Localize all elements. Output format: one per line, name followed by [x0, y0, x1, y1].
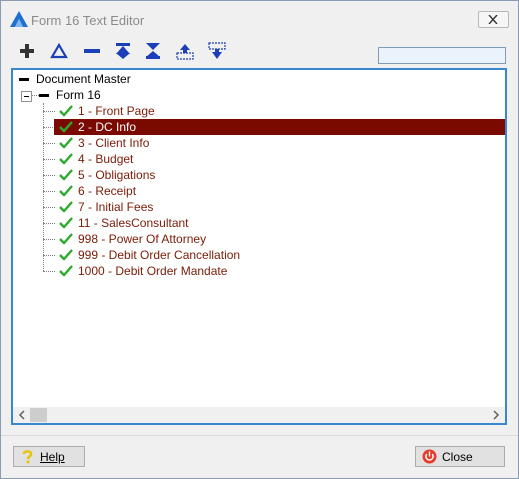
tree-panel: Document Master Form 16 1 - Front Page 2 …: [11, 68, 507, 425]
move-bottom-icon: [146, 43, 160, 59]
move-up-icon: [176, 44, 194, 60]
edit-button[interactable]: [48, 41, 70, 61]
window: Form 16 Text Editor Document Master Form…: [0, 0, 519, 479]
tree-root[interactable]: Document Master: [19, 71, 131, 87]
move-top-button[interactable]: [112, 41, 134, 61]
help-label: Help: [40, 450, 65, 464]
toolbar: [1, 37, 518, 65]
tree-form-label: Form 16: [56, 88, 101, 102]
help-button[interactable]: Help: [13, 446, 85, 467]
tree-item[interactable]: 998 - Power Of Attorney: [57, 231, 206, 247]
tree-connector: [43, 159, 55, 160]
add-icon: [20, 44, 34, 58]
tree-item-label: 4 - Budget: [78, 152, 134, 166]
tree-form-node[interactable]: Form 16: [39, 87, 101, 103]
move-top-icon: [116, 43, 130, 59]
tree-item-label: 3 - Client Info: [78, 136, 150, 150]
document-tree: Document Master Form 16 1 - Front Page 2 …: [13, 70, 505, 406]
move-bottom-button[interactable]: [142, 41, 164, 61]
tree-connector: [43, 271, 55, 272]
tree-item-label: 5 - Obligations: [78, 168, 156, 182]
scroll-right-icon[interactable]: [489, 407, 503, 423]
scrollbar-thumb[interactable]: [30, 408, 47, 422]
tree-item-label: 7 - Initial Fees: [78, 200, 154, 214]
check-icon: [59, 233, 73, 245]
window-close-button[interactable]: [478, 11, 509, 28]
check-icon: [59, 153, 73, 165]
tree-connector: [43, 111, 55, 112]
remove-icon: [84, 49, 100, 53]
tree-item[interactable]: 3 - Client Info: [57, 135, 149, 151]
window-title: Form 16 Text Editor: [31, 13, 145, 28]
tree-connector: [43, 103, 44, 271]
check-icon: [59, 217, 73, 229]
check-icon: [59, 249, 73, 261]
power-icon: [422, 449, 437, 464]
tree-connector: [31, 95, 39, 96]
tree-item-label: 11 - SalesConsultant: [78, 216, 189, 230]
tree-item-label: 2 - DC Info: [78, 120, 137, 134]
tree-item-label: 1 - Front Page: [78, 104, 155, 118]
tree-item[interactable]: 6 - Receipt: [57, 183, 136, 199]
tree-connector: [43, 239, 55, 240]
app-logo-icon: [10, 11, 28, 27]
check-icon: [59, 137, 73, 149]
tree-connector: [43, 175, 55, 176]
title-bar: Form 16 Text Editor: [1, 1, 518, 37]
tree-item-label: 6 - Receipt: [78, 184, 137, 198]
tree-item-label: 1000 - Debit Order Mandate: [78, 264, 228, 278]
tree-connector: [43, 143, 55, 144]
tree-connector: [43, 191, 55, 192]
tree-root-label: Document Master: [36, 72, 131, 86]
horizontal-scrollbar[interactable]: [13, 407, 505, 423]
node-dash-icon: [19, 78, 29, 82]
tree-connector: [43, 223, 55, 224]
move-down-button[interactable]: [206, 41, 228, 61]
collapse-toggle[interactable]: [21, 91, 32, 102]
tree-item-label: 999 - Debit Order Cancellation: [78, 248, 241, 262]
tree-item[interactable]: 999 - Debit Order Cancellation: [57, 247, 240, 263]
move-down-icon: [208, 42, 226, 59]
close-button[interactable]: Close: [415, 446, 505, 467]
close-label: Close: [442, 450, 473, 464]
check-icon: [59, 105, 73, 117]
check-icon: [59, 185, 73, 197]
scroll-left-icon[interactable]: [15, 407, 29, 423]
search-input[interactable]: [378, 47, 506, 64]
tree-connector: [43, 255, 55, 256]
close-icon: [488, 15, 498, 24]
tree-item[interactable]: 1000 - Debit Order Mandate: [57, 263, 227, 279]
help-icon: [22, 450, 33, 464]
divider: [1, 435, 518, 436]
tree-item[interactable]: 1 - Front Page: [57, 103, 155, 119]
node-dash-icon: [39, 94, 49, 98]
check-icon: [59, 265, 73, 277]
tree-item[interactable]: 2 - DC Info: [54, 119, 505, 135]
remove-button[interactable]: [81, 41, 103, 61]
tree-item-label: 998 - Power Of Attorney: [78, 232, 207, 246]
tree-item[interactable]: 4 - Budget: [57, 151, 133, 167]
move-up-button[interactable]: [174, 41, 196, 61]
check-icon: [59, 169, 73, 181]
check-icon: [59, 121, 73, 133]
tree-item[interactable]: 5 - Obligations: [57, 167, 155, 183]
edit-icon: [50, 42, 68, 59]
tree-item[interactable]: 11 - SalesConsultant: [57, 215, 189, 231]
check-icon: [59, 201, 73, 213]
add-button[interactable]: [16, 41, 38, 61]
tree-connector: [43, 207, 55, 208]
tree-item[interactable]: 7 - Initial Fees: [57, 199, 153, 215]
